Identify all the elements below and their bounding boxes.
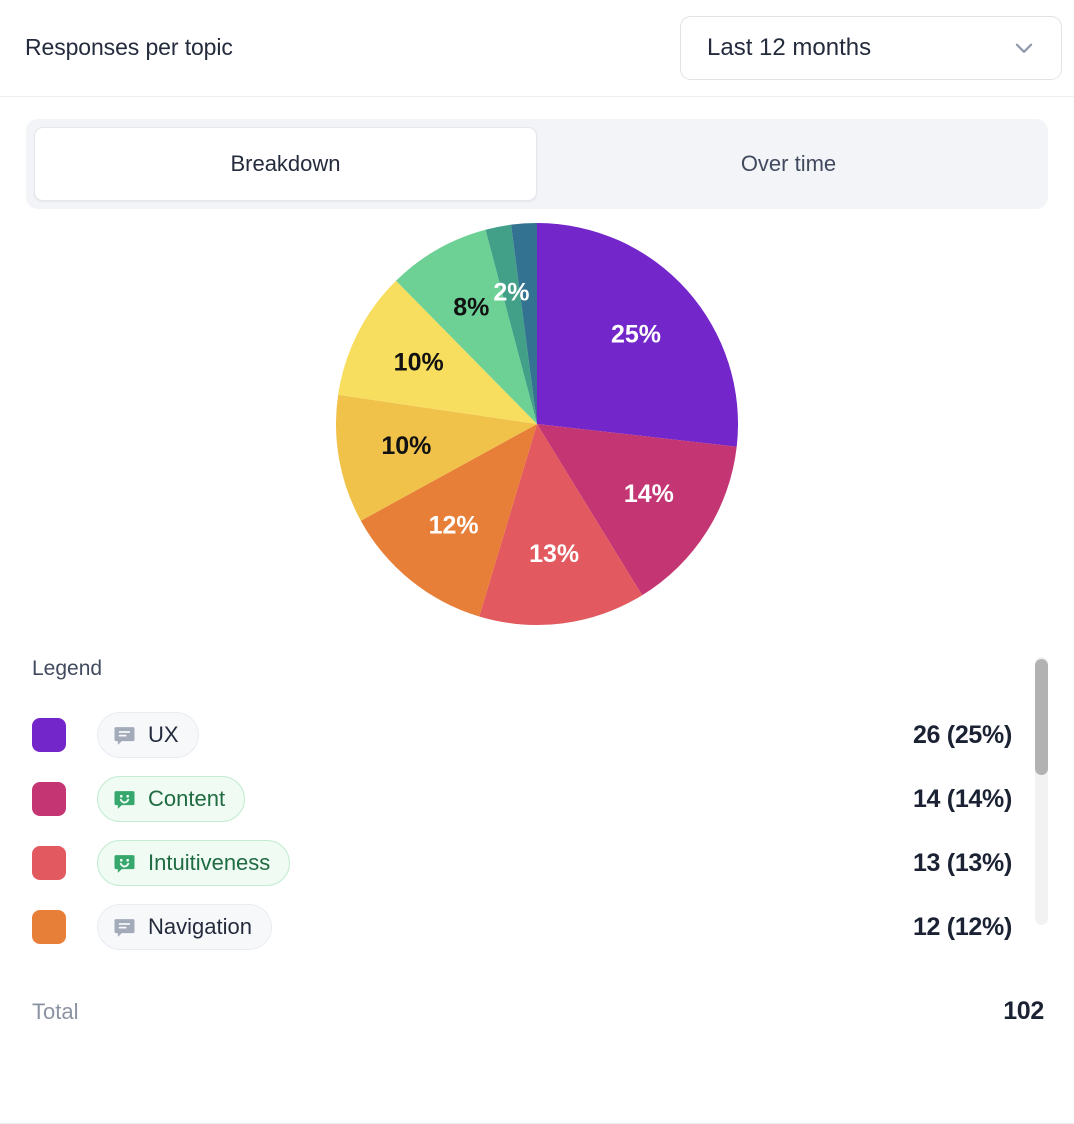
card-body: Breakdown Over time 25% 14% 13% 12% 10% 10% 8%… [0, 97, 1074, 1124]
pie-slice-label: 10% [394, 349, 444, 377]
legend-chip-label: UX [148, 722, 179, 747]
pie-chart: 25% 14% 13% 12% 10% 10% 8% 2% [336, 223, 738, 625]
chat-bubble-smile-icon [114, 854, 135, 873]
list-item: UX 26 (25%) [32, 703, 1012, 767]
legend-value: 14 (14%) [912, 784, 1012, 813]
period-select[interactable]: Last 12 months [680, 16, 1062, 80]
chat-bubble-icon [114, 726, 135, 745]
card-header: Responses per topic Last 12 months [0, 0, 1074, 97]
chat-bubble-smile-icon [114, 790, 135, 809]
legend-chip-intuitiveness[interactable]: Intuitiveness [97, 840, 291, 886]
chart-area: 25% 14% 13% 12% 10% 10% 8% 2% [0, 209, 1074, 639]
responses-per-topic-card: Responses per topic Last 12 months Break… [0, 0, 1074, 1124]
legend-list: UX 26 (25%) Content 14 (14%) Intuitivene… [32, 703, 1048, 971]
pie-slice-label: 2% [493, 278, 529, 306]
legend-scrollbar-thumb[interactable] [1035, 659, 1048, 775]
tab-breakdown[interactable]: Breakdown [34, 127, 537, 201]
total-row: Total 102 [32, 997, 1044, 1026]
legend-swatch [32, 718, 66, 752]
list-item: Navigation 12 (12%) [32, 895, 1012, 959]
page-title: Responses per topic [25, 34, 233, 61]
legend-chip-ux[interactable]: UX [97, 712, 199, 758]
list-item: Content 14 (14%) [32, 767, 1012, 831]
legend-heading: Legend [32, 657, 103, 680]
legend-swatch [32, 846, 66, 880]
pie-slice-label: 10% [381, 432, 431, 460]
legend-chip-label: Content [148, 786, 226, 811]
legend-swatch [32, 910, 66, 944]
legend-scrollbar-track[interactable] [1035, 657, 1048, 925]
legend-value: 13 (13%) [912, 848, 1012, 877]
pie-slice-label: 12% [429, 512, 479, 540]
legend-chip-navigation[interactable]: Navigation [97, 904, 272, 950]
legend-chip-label: Intuitiveness [148, 850, 271, 875]
legend-value: 12 (12%) [912, 912, 1012, 941]
tab-over-time[interactable]: Over time [537, 127, 1040, 201]
pie-slice-label: 14% [624, 480, 674, 508]
legend-section: Legend UX 26 (25%) Content 14 (14%) Intu… [32, 657, 1048, 971]
total-label: Total [32, 998, 79, 1024]
legend-chip-content[interactable]: Content [97, 776, 246, 822]
legend-value: 26 (25%) [912, 720, 1012, 749]
pie-chart-svg: 25% 14% 13% 12% 10% 10% 8%2% [336, 223, 738, 625]
chevron-down-icon [1015, 43, 1033, 53]
legend-swatch [32, 782, 66, 816]
list-item: Intuitiveness 13 (13%) [32, 831, 1012, 895]
period-select-value: Last 12 months [707, 34, 872, 61]
pie-slice-label: 25% [611, 320, 661, 348]
chat-bubble-icon [114, 918, 135, 937]
pie-slice-label: 13% [529, 540, 579, 568]
pie-slice-label: 8% [453, 293, 489, 321]
total-value: 102 [1003, 997, 1044, 1025]
legend-chip-label: Navigation [148, 914, 252, 939]
view-tabs: Breakdown Over time [26, 119, 1048, 209]
